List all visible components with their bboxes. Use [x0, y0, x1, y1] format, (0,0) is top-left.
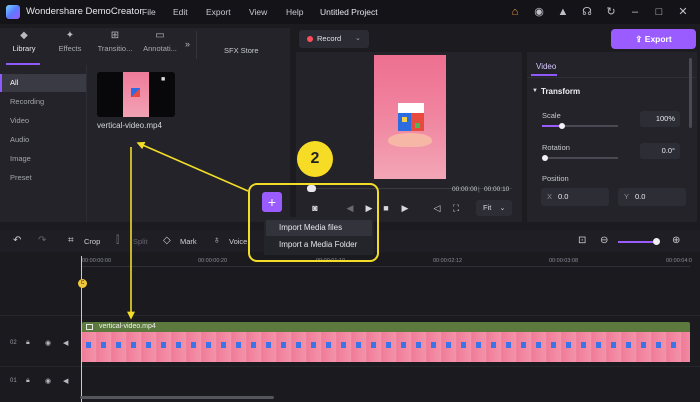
annotation-arrows	[127, 141, 249, 320]
arrow-to-media	[136, 141, 249, 192]
